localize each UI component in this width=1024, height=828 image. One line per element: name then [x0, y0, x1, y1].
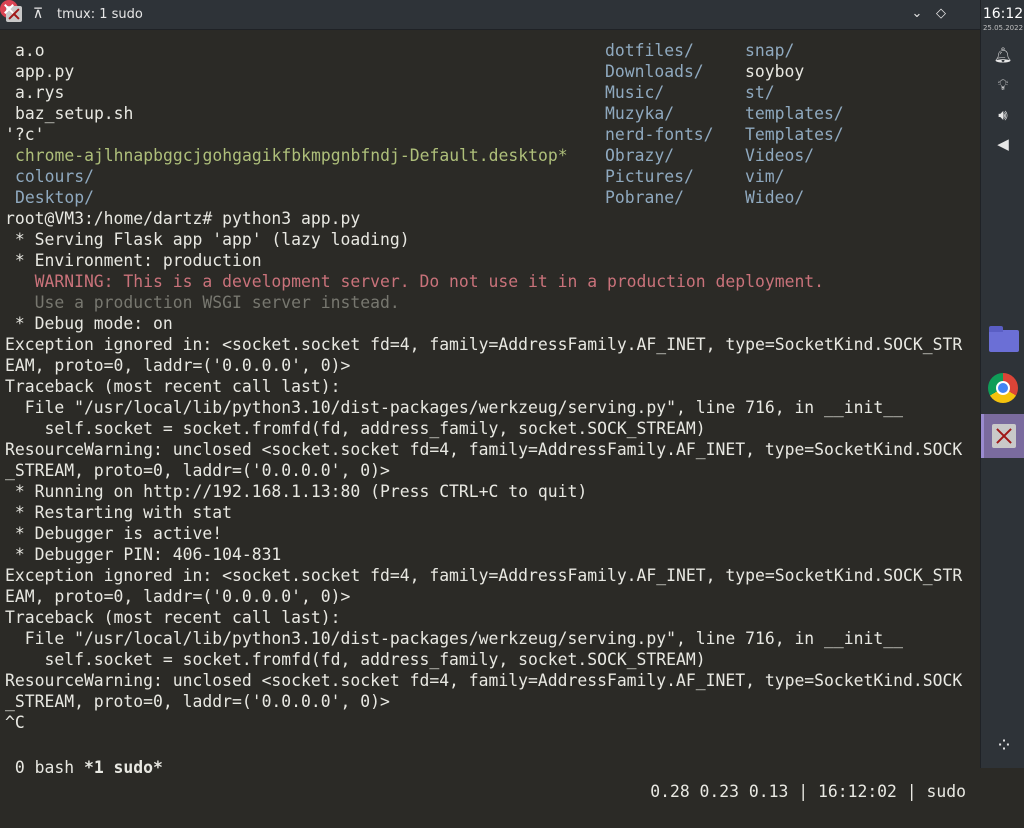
- chrome-icon[interactable]: [986, 371, 1020, 405]
- tmux-window-list: 0 bash *1 sudo*: [5, 756, 163, 780]
- ls-entry: Wideo/: [745, 188, 805, 207]
- ls-entry: app.py: [15, 62, 75, 81]
- output-line: _STREAM, proto=0, laddr=('0.0.0.0', 0)>: [5, 461, 390, 480]
- output-line: Use a production WSGI server instead.: [5, 293, 400, 312]
- output-line: Traceback (most recent call last):: [5, 608, 341, 627]
- ls-entry: Music/: [605, 83, 665, 102]
- ls-entry: nerd-fonts/: [605, 125, 714, 144]
- ls-entry: colours/: [15, 167, 94, 186]
- minimize-icon[interactable]: ⌄: [908, 5, 926, 23]
- output-line: * Restarting with stat: [5, 503, 232, 522]
- output-line: File "/usr/local/lib/python3.10/dist-pac…: [5, 398, 903, 417]
- volume-icon[interactable]: 🔊︎: [992, 104, 1014, 126]
- warning-line: WARNING: This is a development server. D…: [5, 272, 825, 291]
- ls-entry: Videos/: [745, 146, 815, 165]
- window-titlebar: ⊼ tmux: 1 sudo ⌄ ◇: [0, 0, 980, 30]
- output-line: Traceback (most recent call last):: [5, 377, 341, 396]
- tmux-status-bar: 0 bash *1 sudo* 0.28 0.23 0.13 | 16:12:0…: [0, 732, 980, 801]
- ls-entry: soyboy: [745, 62, 805, 81]
- ls-entry: Obrazy/: [605, 146, 675, 165]
- output-line: self.socket = socket.fromfd(fd, address_…: [5, 419, 706, 438]
- ls-entry: Pobrane/: [605, 188, 684, 207]
- pin-icon[interactable]: ⊼: [31, 5, 45, 23]
- ls-entry: '?c': [5, 125, 45, 144]
- date: 25.05.2022: [982, 24, 1024, 32]
- clock[interactable]: 16:12: [981, 6, 1024, 22]
- terminal-task[interactable]: [981, 414, 1024, 458]
- output-line: * Debugger PIN: 406-104-831: [5, 545, 282, 564]
- ls-entry: Desktop/: [15, 188, 94, 207]
- output-line: EAM, proto=0, laddr=('0.0.0.0', 0)>: [5, 356, 351, 375]
- ls-entry: chrome-ajlhnapbggcjgohgagikfbkmpgnbfndj-…: [15, 146, 568, 165]
- cursor-line: ^C: [5, 713, 25, 732]
- ls-entry: templates/: [745, 104, 844, 123]
- prompt-line: root@VM3:/home/dartz# python3 app.py: [5, 209, 361, 228]
- ls-entry: Muzyka/: [605, 104, 675, 123]
- ls-entry: a.o: [15, 41, 45, 60]
- ls-entry: dotfiles/: [605, 41, 694, 60]
- ls-entry: Downloads/: [605, 62, 704, 81]
- output-line: _STREAM, proto=0, laddr=('0.0.0.0', 0)>: [5, 692, 390, 711]
- output-line: * Running on http://192.168.1.13:80 (Pre…: [5, 482, 588, 501]
- ls-entry: Pictures/: [605, 167, 694, 186]
- ls-entry: baz_setup.sh: [15, 104, 134, 123]
- ls-entry: Templates/: [745, 125, 844, 144]
- ls-entry: a.rys: [15, 83, 65, 102]
- window-title: tmux: 1 sudo: [57, 7, 143, 22]
- output-line: self.socket = socket.fromfd(fd, address_…: [5, 650, 706, 669]
- output-line: Exception ignored in: <socket.socket fd=…: [5, 335, 963, 354]
- lightbulb-icon[interactable]: 💡︎: [992, 74, 1014, 96]
- output-line: * Debug mode: on: [5, 314, 173, 333]
- files-icon[interactable]: [986, 323, 1020, 357]
- ls-entry: snap/: [745, 41, 795, 60]
- output-line: ResourceWarning: unclosed <socket.socket…: [5, 671, 963, 690]
- output-line: Exception ignored in: <socket.socket fd=…: [5, 566, 963, 585]
- output-line: File "/usr/local/lib/python3.10/dist-pac…: [5, 629, 903, 648]
- ls-entry: st/: [745, 83, 775, 102]
- maximize-icon[interactable]: ◇: [932, 5, 950, 23]
- terminal-output[interactable]: a.o app.py a.rys baz_setup.sh '?c' chrom…: [0, 30, 980, 801]
- tmux-status-right: 0.28 0.23 0.13 | 16:12:02 | sudo: [650, 782, 966, 801]
- arrow-left-icon[interactable]: ◀: [992, 133, 1014, 155]
- bell-icon[interactable]: 🔔︎: [992, 44, 1014, 66]
- terminal-icon: [992, 424, 1016, 448]
- output-line: * Debugger is active!: [5, 524, 223, 543]
- side-panel: 16:12 25.05.2022 🔔︎ 💡︎ 🔊︎ ◀ ⁘: [980, 0, 1024, 768]
- output-line: * Serving Flask app 'app' (lazy loading): [5, 230, 410, 249]
- launcher-icon[interactable]: ⁘: [991, 732, 1017, 758]
- output-line: ResourceWarning: unclosed <socket.socket…: [5, 440, 963, 459]
- output-line: * Environment: production: [5, 251, 262, 270]
- output-line: EAM, proto=0, laddr=('0.0.0.0', 0)>: [5, 587, 351, 606]
- ls-entry: vim/: [745, 167, 785, 186]
